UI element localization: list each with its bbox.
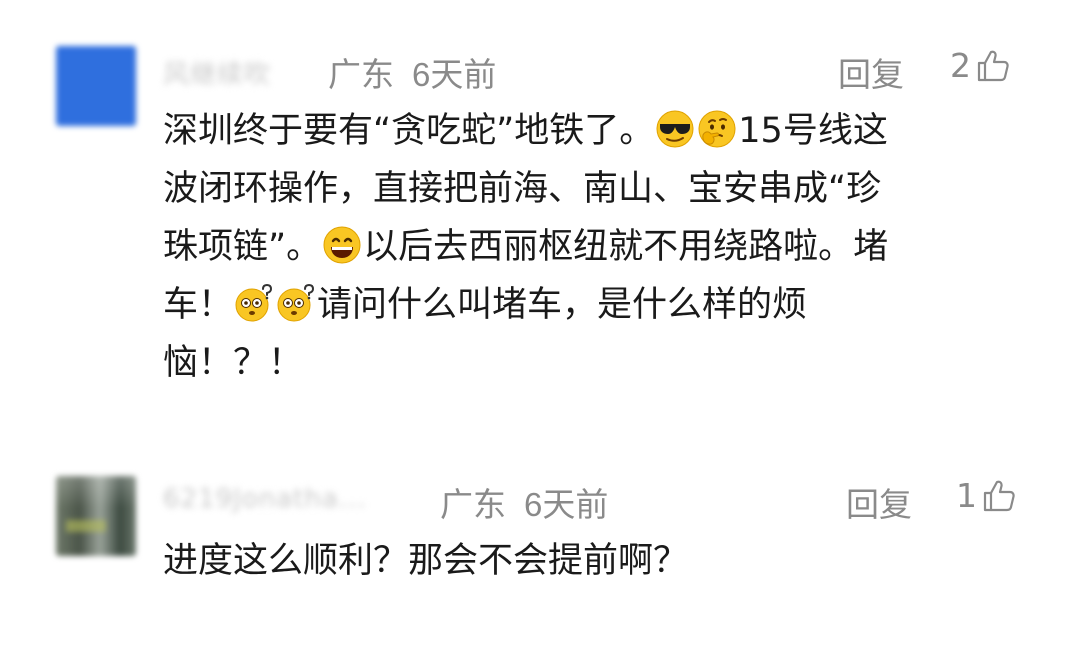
reply-button[interactable]: 回复 bbox=[838, 48, 904, 96]
confused-emoji-icon bbox=[235, 283, 273, 322]
comment-body-line: 车！ 请问什么叫堵车，是什么样的烦 bbox=[163, 276, 1013, 334]
comment-text: 请问什么叫堵车，是什么样的烦 bbox=[317, 285, 808, 325]
confused-emoji-icon bbox=[277, 283, 315, 322]
username[interactable]: 6219Jonatha... bbox=[163, 484, 367, 514]
like-button[interactable]: 1 bbox=[956, 476, 1017, 515]
comment-text: 车！ bbox=[163, 285, 234, 325]
comment-body-line: 深圳终于要有“贪吃蛇”地铁了。 15号线这 bbox=[163, 102, 1013, 160]
comment-body-line: 恼！？！ bbox=[163, 334, 1013, 392]
grin-emoji-icon bbox=[323, 226, 361, 264]
reply-button[interactable]: 回复 bbox=[846, 478, 912, 526]
comment-text: 以后去西丽枢纽就不用绕路啦。堵 bbox=[363, 227, 889, 267]
avatar[interactable] bbox=[56, 46, 136, 126]
comment-text: 进度这么顺利？那会不会提前啊？ bbox=[163, 541, 689, 581]
thinking-emoji-icon bbox=[698, 110, 736, 148]
comment-text: 深圳终于要有“贪吃蛇”地铁了。 bbox=[163, 111, 655, 151]
comment-text: 波闭环操作，直接把前海、南山、宝安串成“珍 bbox=[163, 169, 882, 209]
like-button[interactable]: 2 bbox=[950, 46, 1011, 85]
comment-body-line: 波闭环操作，直接把前海、南山、宝安串成“珍 bbox=[163, 160, 1013, 218]
thumbs-up-icon bbox=[977, 50, 1009, 81]
comment-body: 进度这么顺利？那会不会提前啊？ bbox=[163, 532, 1013, 590]
comment-meta: 广东 6天前 bbox=[440, 478, 608, 526]
comment-body-line: 进度这么顺利？那会不会提前啊？ bbox=[163, 532, 1013, 590]
comment-meta: 广东 6天前 bbox=[328, 48, 496, 96]
region-label: 广东 bbox=[328, 56, 394, 93]
sunglasses-emoji-icon bbox=[656, 110, 694, 148]
like-count: 2 bbox=[950, 46, 971, 85]
time-label: 6天前 bbox=[524, 486, 609, 523]
thumbs-up-icon bbox=[983, 480, 1015, 511]
comment-body: 深圳终于要有“贪吃蛇”地铁了。 15号线这波闭环操作，直接把前海、南山、宝安串成“… bbox=[163, 102, 1013, 392]
username[interactable]: 风继续吹 bbox=[163, 54, 271, 91]
comment-list: 风继续吹 广东 6天前 回复 2 深圳终于要有“贪吃蛇”地铁了。 15号线这波闭环操… bbox=[0, 0, 1080, 666]
comment-text: 恼！？！ bbox=[163, 343, 304, 383]
comment-text: 15号线这 bbox=[738, 111, 888, 151]
comment-text: 珠项链”。 bbox=[163, 227, 322, 267]
time-label: 6天前 bbox=[412, 56, 497, 93]
avatar[interactable] bbox=[56, 476, 136, 556]
like-count: 1 bbox=[956, 476, 977, 515]
region-label: 广东 bbox=[440, 486, 506, 523]
comment-body-line: 珠项链”。 以后去西丽枢纽就不用绕路啦。堵 bbox=[163, 218, 1013, 276]
